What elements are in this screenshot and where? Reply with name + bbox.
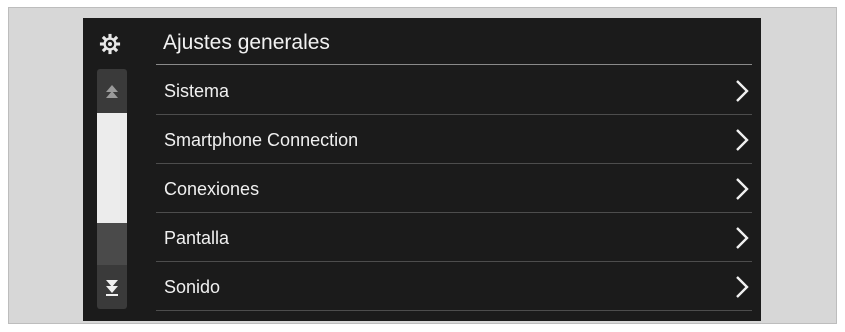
- menu-item-label: Sonido: [164, 277, 221, 297]
- gear-icon: [99, 33, 121, 55]
- menu-item-pantalla[interactable]: Pantalla: [156, 213, 752, 262]
- chevron-right-icon: [736, 80, 749, 102]
- menu-item-label: Smartphone Connection: [164, 130, 359, 150]
- scroll-down-button[interactable]: [97, 265, 127, 309]
- page-title: Ajustes generales: [163, 31, 330, 54]
- chevron-right-icon: [736, 276, 749, 298]
- settings-menu: Sistema Smartphone Connection Conexiones…: [156, 66, 752, 311]
- header: Ajustes generales: [83, 18, 761, 66]
- menu-item-label: Sistema: [164, 81, 230, 101]
- header-divider: [156, 64, 752, 65]
- settings-screen: Ajustes generales Sistema Smartphone Con…: [83, 18, 761, 321]
- scrollbar[interactable]: [97, 69, 127, 309]
- scroll-track[interactable]: [97, 223, 127, 265]
- menu-item-label: Pantalla: [164, 228, 230, 248]
- chevron-right-icon: [736, 227, 749, 249]
- scroll-down-icon: [106, 280, 118, 296]
- menu-item-sonido[interactable]: Sonido: [156, 262, 752, 311]
- menu-item-label: Conexiones: [164, 179, 260, 199]
- chevron-right-icon: [736, 178, 749, 200]
- menu-item-smartphone-connection[interactable]: Smartphone Connection: [156, 115, 752, 164]
- menu-item-conexiones[interactable]: Conexiones: [156, 164, 752, 213]
- scroll-up-button[interactable]: [97, 69, 127, 113]
- scroll-up-icon: [106, 85, 118, 98]
- menu-item-sistema[interactable]: Sistema: [156, 66, 752, 115]
- chevron-right-icon: [736, 129, 749, 151]
- scroll-thumb[interactable]: [97, 113, 127, 223]
